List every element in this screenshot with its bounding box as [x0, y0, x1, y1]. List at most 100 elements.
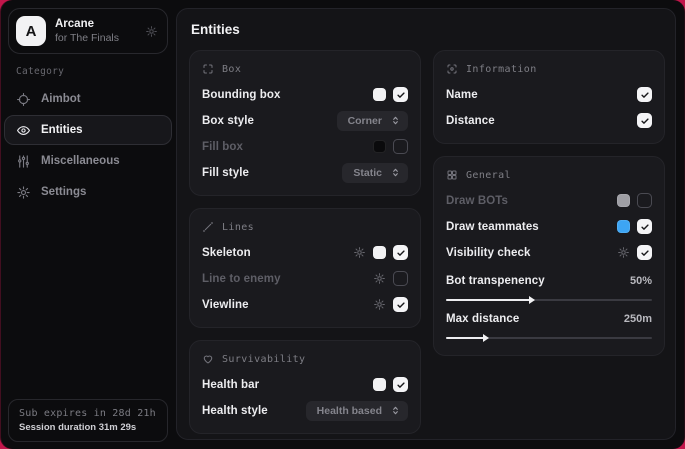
checkbox[interactable]	[393, 139, 408, 154]
visibility-settings-gear-icon[interactable]	[617, 246, 630, 259]
box-style-select[interactable]: Corner	[337, 111, 408, 131]
checkbox[interactable]	[393, 271, 408, 286]
eye-icon	[16, 123, 31, 138]
panel-survivability-header: Survivability	[202, 353, 408, 365]
sidebar-item-aimbot[interactable]: Aimbot	[4, 84, 172, 114]
checkbox[interactable]	[637, 193, 652, 208]
sidebar: A Arcane for The Finals Category Aimbot	[0, 0, 176, 449]
setting-row: Box style Corner	[202, 110, 408, 131]
gear-icon	[16, 185, 31, 200]
select-value: Health based	[317, 405, 382, 417]
setting-label: Line to enemy	[202, 273, 281, 285]
brand-logo: A	[16, 16, 46, 46]
setting-label: Bounding box	[202, 89, 281, 101]
panel-box-header: Box	[202, 63, 408, 75]
max-distance-slider[interactable]	[446, 337, 652, 339]
setting-row: Draw BOTs	[446, 190, 652, 211]
panel-information-header: Information	[446, 63, 652, 75]
line-to-enemy-settings-gear-icon[interactable]	[373, 272, 386, 285]
panel-title: Survivability	[222, 354, 305, 365]
sub-expires-text: Sub expires in 28d 21h	[19, 408, 157, 419]
sidebar-item-miscellaneous[interactable]: Miscellaneous	[4, 146, 172, 176]
checkbox[interactable]	[393, 245, 408, 260]
slider-fill	[446, 299, 533, 301]
sidebar-item-label: Aimbot	[41, 93, 81, 105]
sidebar-item-settings[interactable]: Settings	[4, 177, 172, 207]
color-swatch[interactable]	[617, 194, 630, 207]
slider-label: Bot transpenency	[446, 275, 545, 287]
setting-row: Name	[446, 84, 652, 105]
color-swatch[interactable]	[617, 220, 630, 233]
setting-row: Line to enemy	[202, 268, 408, 289]
chevron-updown-icon	[390, 167, 401, 178]
checkbox[interactable]	[637, 113, 652, 128]
brand-subtitle: for The Finals	[55, 32, 119, 44]
checkbox[interactable]	[393, 87, 408, 102]
grid-icon	[446, 169, 458, 181]
right-column: Information Name Distance	[433, 50, 665, 434]
setting-label: Name	[446, 89, 478, 101]
skeleton-settings-gear-icon[interactable]	[353, 246, 366, 259]
setting-row: Viewline	[202, 294, 408, 315]
panel-box: Box Bounding box Box	[189, 50, 421, 196]
brand-title: Arcane	[55, 18, 119, 31]
slider-label: Max distance	[446, 313, 519, 325]
sidebar-item-label: Entities	[41, 124, 83, 136]
setting-row: Visibility check	[446, 242, 652, 263]
slider-group-bot-transparency: Bot transpenency 50%	[446, 270, 652, 301]
slider-label-row: Max distance 250m	[446, 308, 652, 329]
box-corners-icon	[202, 63, 214, 75]
panel-lines-header: Lines	[202, 221, 408, 233]
checkbox[interactable]	[637, 219, 652, 234]
viewline-settings-gear-icon[interactable]	[373, 298, 386, 311]
select-value: Corner	[348, 115, 382, 127]
panel-survivability: Survivability Health bar	[189, 340, 421, 434]
checkbox[interactable]	[637, 245, 652, 260]
setting-label: Health bar	[202, 379, 259, 391]
setting-row: Fill style Static	[202, 162, 408, 183]
setting-row: Skeleton	[202, 242, 408, 263]
color-swatch[interactable]	[373, 378, 386, 391]
session-duration-text: Session duration 31m 29s	[19, 422, 157, 433]
slider-group-max-distance: Max distance 250m	[446, 308, 652, 339]
sidebar-item-label: Miscellaneous	[41, 155, 120, 167]
fill-style-select[interactable]: Static	[342, 163, 408, 183]
subscription-info: Sub expires in 28d 21h Session duration …	[8, 399, 168, 442]
panel-title: Lines	[222, 222, 254, 233]
bot-transparency-slider[interactable]	[446, 299, 652, 301]
checkbox[interactable]	[637, 87, 652, 102]
setting-row: Fill box	[202, 136, 408, 157]
brand-text: Arcane for The Finals	[55, 18, 119, 44]
setting-row: Distance	[446, 110, 652, 131]
color-swatch[interactable]	[373, 88, 386, 101]
panel-title: Information	[466, 64, 537, 75]
slider-label-row: Bot transpenency 50%	[446, 270, 652, 291]
sidebar-nav: Aimbot Entities Miscellaneous	[0, 84, 176, 207]
health-style-select[interactable]: Health based	[306, 401, 408, 421]
setting-row: Draw teammates	[446, 216, 652, 237]
slider-thumb[interactable]	[483, 334, 489, 342]
color-swatch[interactable]	[373, 246, 386, 259]
setting-label: Skeleton	[202, 247, 251, 259]
slider-fill	[446, 337, 487, 339]
color-swatch[interactable]	[373, 140, 386, 153]
panel-title: Box	[222, 64, 241, 75]
left-column: Box Bounding box Box	[189, 50, 421, 434]
brand-gear-icon[interactable]	[145, 25, 158, 38]
setting-label: Health style	[202, 405, 268, 417]
slider-thumb[interactable]	[529, 296, 535, 304]
checkbox[interactable]	[393, 297, 408, 312]
checkbox[interactable]	[393, 377, 408, 392]
brand-card: A Arcane for The Finals	[8, 8, 168, 54]
page-title: Entities	[191, 22, 665, 37]
setting-label: Draw BOTs	[446, 195, 508, 207]
setting-label: Fill box	[202, 141, 243, 153]
sidebar-item-entities[interactable]: Entities	[4, 115, 172, 145]
select-value: Static	[353, 167, 382, 179]
setting-row: Bounding box	[202, 84, 408, 105]
panel-lines: Lines Skeleton	[189, 208, 421, 328]
panel-information: Information Name Distance	[433, 50, 665, 144]
setting-label: Box style	[202, 115, 254, 127]
crosshair-icon	[16, 92, 31, 107]
setting-row: Health bar	[202, 374, 408, 395]
